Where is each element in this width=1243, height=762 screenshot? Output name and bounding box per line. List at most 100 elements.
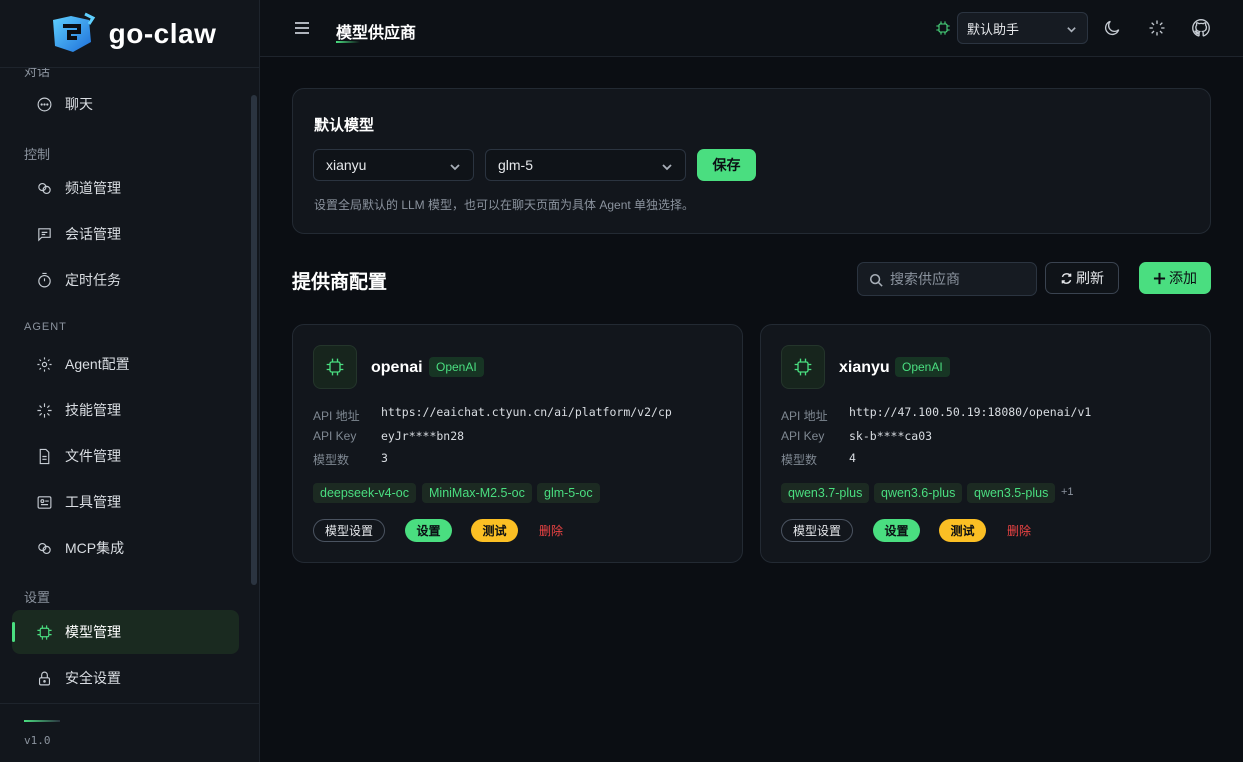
sidebar-item-label: 聊天 bbox=[65, 96, 93, 112]
model-tag: deepseek-v4-oc bbox=[313, 483, 416, 503]
api-url-label: API 地址 bbox=[313, 409, 360, 423]
delete-button[interactable]: 删除 bbox=[531, 519, 571, 542]
sidebar-item-sessions[interactable]: 会话管理 bbox=[12, 212, 239, 256]
sidebar-item-channels[interactable]: 频道管理 bbox=[12, 166, 239, 210]
agent-select-value: 默认助手 bbox=[967, 21, 1020, 37]
default-model-value: glm-5 bbox=[498, 157, 534, 173]
agent-select[interactable]: 默认助手 bbox=[957, 12, 1088, 44]
footer-divider bbox=[24, 720, 60, 722]
model-count-value: 3 bbox=[381, 451, 388, 465]
add-label: 添加 bbox=[1169, 270, 1197, 286]
chip-icon bbox=[37, 624, 52, 640]
default-model-select[interactable]: glm-5 bbox=[485, 149, 686, 181]
refresh-label: 刷新 bbox=[1076, 270, 1104, 286]
test-button[interactable]: 测试 bbox=[471, 519, 518, 542]
spinner-icon bbox=[1149, 20, 1165, 36]
search-placeholder: 搜索供应商 bbox=[890, 271, 960, 287]
sidebar-item-label: 技能管理 bbox=[65, 402, 121, 418]
link-icon bbox=[38, 182, 51, 194]
api-url-label: API 地址 bbox=[781, 409, 828, 423]
provider-search-input[interactable]: 搜索供应商 bbox=[857, 262, 1037, 296]
model-settings-button[interactable]: 模型设置 bbox=[781, 519, 853, 542]
default-model-hint: 设置全局默认的 LLM 模型，也可以在聊天页面为具体 Agent 单独选择。 bbox=[314, 198, 695, 212]
hamburger-icon bbox=[295, 22, 309, 34]
sidebar-scrollbar[interactable] bbox=[251, 95, 257, 585]
sidebar-item-agent-config[interactable]: Agent配置 bbox=[12, 342, 239, 386]
provider-name: xianyu bbox=[839, 359, 890, 376]
model-tag: MiniMax-M2.5-oc bbox=[422, 483, 532, 503]
sidebar-item-scheduled-tasks[interactable]: 定时任务 bbox=[12, 258, 239, 302]
sidebar-item-chat[interactable]: 聊天 bbox=[12, 82, 239, 126]
message-icon bbox=[38, 227, 51, 242]
sidebar-item-label: 会话管理 bbox=[65, 226, 121, 242]
provider-type-badge: OpenAI bbox=[429, 357, 484, 377]
model-tag: qwen3.6-plus bbox=[874, 483, 963, 503]
default-provider-value: xianyu bbox=[326, 157, 367, 173]
section-label-agent: AGENT bbox=[24, 321, 67, 333]
lock-icon bbox=[38, 671, 51, 685]
section-label-control: 控制 bbox=[24, 147, 51, 162]
top-header: 模型供应商 默认助手 bbox=[260, 0, 1243, 57]
model-settings-button[interactable]: 模型设置 bbox=[313, 519, 385, 542]
model-tag: qwen3.7-plus bbox=[781, 483, 870, 503]
timer-icon bbox=[38, 272, 51, 287]
add-provider-button[interactable]: 添加 bbox=[1139, 262, 1211, 294]
page-title: 模型供应商 bbox=[336, 25, 417, 42]
version-label: v1.0 bbox=[24, 734, 51, 747]
provider-chip-icon bbox=[313, 345, 357, 389]
model-count-label: 模型数 bbox=[781, 453, 818, 467]
menu-toggle-button[interactable] bbox=[293, 19, 311, 37]
sidebar-item-label: MCP集成 bbox=[65, 540, 125, 556]
chevron-down-icon bbox=[661, 160, 673, 172]
save-button[interactable]: 保存 bbox=[697, 149, 756, 181]
link-icon bbox=[38, 542, 51, 554]
default-provider-select[interactable]: xianyu bbox=[313, 149, 474, 181]
api-url-value: https://eaichat.ctyun.cn/ai/platform/v2/… bbox=[381, 405, 672, 419]
sidebar-nav[interactable]: 对话 聊天 控制 频道管理 会话管理 定时任务 AGENT Agent配置 技能… bbox=[0, 68, 260, 703]
title-underline bbox=[336, 41, 360, 43]
chevron-down-icon bbox=[449, 160, 461, 172]
sidebar-item-label: 频道管理 bbox=[65, 180, 121, 196]
gear-icon bbox=[37, 356, 52, 372]
settings-button[interactable]: 设置 bbox=[405, 519, 452, 542]
api-url-value: http://47.100.50.19:18080/openai/v1 bbox=[849, 405, 1092, 419]
sidebar-item-models[interactable]: 模型管理 bbox=[12, 610, 239, 654]
model-tag: glm-5-oc bbox=[537, 483, 600, 503]
chat-icon bbox=[37, 97, 52, 111]
sidebar-item-security[interactable]: 安全设置 bbox=[12, 656, 239, 700]
api-key-label: API Key bbox=[313, 429, 357, 443]
github-button[interactable] bbox=[1191, 18, 1211, 38]
sidebar-item-skills[interactable]: 技能管理 bbox=[12, 388, 239, 432]
model-count-value: 4 bbox=[849, 451, 856, 465]
plus-icon bbox=[1153, 272, 1166, 284]
section-label-chat: 对话 bbox=[24, 68, 51, 79]
model-count-label: 模型数 bbox=[313, 453, 350, 467]
file-icon bbox=[39, 448, 50, 464]
default-model-card: 默认模型 xianyu glm-5 保存 设置全局默认的 LLM 模型，也可以在… bbox=[292, 88, 1211, 234]
providers-section-title: 提供商配置 bbox=[292, 272, 388, 293]
sidebar-item-tools[interactable]: 工具管理 bbox=[12, 480, 239, 524]
provider-card-xianyu: xianyu OpenAI API 地址 http://47.100.50.19… bbox=[760, 324, 1211, 563]
refresh-button[interactable]: 刷新 bbox=[1045, 262, 1119, 294]
sidebar-item-label: 定时任务 bbox=[65, 272, 121, 288]
api-key-label: API Key bbox=[781, 429, 825, 443]
sidebar-item-files[interactable]: 文件管理 bbox=[12, 434, 239, 478]
github-icon bbox=[1192, 18, 1210, 37]
logo[interactable]: go-claw bbox=[0, 0, 259, 68]
sidebar-item-mcp[interactable]: MCP集成 bbox=[12, 526, 239, 570]
moon-icon bbox=[1104, 20, 1120, 36]
delete-button[interactable]: 删除 bbox=[999, 519, 1039, 542]
chevron-down-icon bbox=[1066, 23, 1077, 34]
settings-button[interactable]: 设置 bbox=[873, 519, 920, 542]
test-button[interactable]: 测试 bbox=[939, 519, 986, 542]
theme-toggle-button[interactable] bbox=[1102, 18, 1122, 38]
model-tag: qwen3.5-plus bbox=[967, 483, 1056, 503]
sparkle-icon bbox=[37, 402, 52, 418]
provider-name: openai bbox=[371, 359, 423, 376]
provider-type-badge: OpenAI bbox=[895, 357, 950, 377]
default-model-title: 默认模型 bbox=[314, 117, 375, 134]
loading-button[interactable] bbox=[1147, 18, 1167, 38]
toolbox-icon bbox=[37, 495, 52, 509]
logo-text: go-claw bbox=[108, 17, 217, 49]
sidebar: go-claw 对话 聊天 控制 频道管理 会话管理 定时任务 AGENT Ag… bbox=[0, 0, 260, 762]
